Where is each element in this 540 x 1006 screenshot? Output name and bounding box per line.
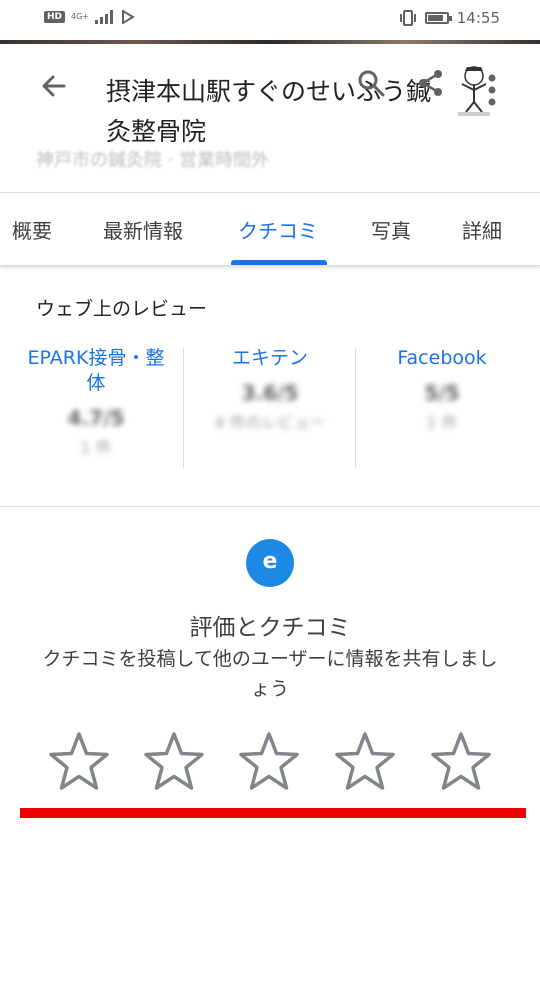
more-vert-icon[interactable] bbox=[486, 70, 498, 110]
place-category-hours: 神戸市の鍼灸院 · 営業時間外 bbox=[36, 150, 270, 171]
active-tab-indicator bbox=[231, 260, 327, 265]
review-divider bbox=[183, 348, 184, 468]
tab-reviews[interactable]: クチコミ bbox=[238, 215, 318, 244]
battery-icon bbox=[424, 12, 452, 24]
highlight-bar bbox=[20, 808, 526, 818]
tab-updates[interactable]: 最新情報 bbox=[103, 215, 183, 244]
review-divider bbox=[355, 348, 356, 468]
review-source-epark[interactable]: EPARK接骨・整体 4.7/5 1 件 bbox=[26, 346, 166, 458]
place-header: 摂津本山駅すぐのせいふう鍼灸整骨院 神戸市の鍼灸院 · 営業時間外 bbox=[0, 44, 540, 194]
review-source-name[interactable]: エキテン bbox=[190, 346, 350, 371]
status-right-icons: 14:55 bbox=[399, 9, 500, 27]
star-2-button[interactable] bbox=[141, 730, 207, 796]
section-divider bbox=[0, 506, 540, 507]
star-3-button[interactable] bbox=[236, 730, 302, 796]
battery-fill bbox=[427, 15, 443, 21]
star-1-button[interactable] bbox=[46, 730, 112, 796]
review-source-count: 1 件 bbox=[80, 438, 112, 457]
status-left-icons: HD 4G+ bbox=[44, 10, 135, 24]
web-reviews-heading: ウェブ上のレビュー bbox=[36, 298, 208, 320]
play-store-icon bbox=[122, 10, 135, 24]
status-time: 14:55 bbox=[456, 9, 500, 27]
review-source-score: 3.6/5 bbox=[241, 381, 299, 405]
review-source-count: 1 件 bbox=[426, 413, 458, 432]
tab-photos[interactable]: 写真 bbox=[371, 215, 411, 244]
review-source-name[interactable]: EPARK接骨・整体 bbox=[26, 346, 166, 396]
rate-review-title: 評価とクチコミ bbox=[189, 615, 351, 641]
network-type-label: 4G+ bbox=[71, 12, 90, 21]
review-source-ekiten[interactable]: エキテン 3.6/5 4 件のレビュー bbox=[190, 346, 350, 433]
review-source-facebook[interactable]: Facebook 5/5 1 件 bbox=[372, 346, 512, 433]
back-arrow-icon[interactable] bbox=[36, 68, 72, 104]
search-icon[interactable] bbox=[356, 68, 386, 98]
review-source-score: 4.7/5 bbox=[67, 406, 125, 430]
vibrate-icon bbox=[399, 10, 416, 26]
share-icon[interactable] bbox=[416, 68, 446, 98]
user-avatar: e bbox=[246, 539, 294, 587]
tab-overview[interactable]: 概要 bbox=[12, 215, 52, 244]
star-5-button[interactable] bbox=[428, 730, 494, 796]
star-4-button[interactable] bbox=[332, 730, 398, 796]
tab-details[interactable]: 詳細 bbox=[462, 215, 502, 244]
review-source-score: 5/5 bbox=[424, 381, 460, 405]
hd-icon: HD bbox=[44, 11, 66, 23]
review-source-count: 4 件のレビュー bbox=[214, 413, 326, 432]
rate-review-description: クチコミを投稿して他のユーザーに情報を共有しましょう bbox=[42, 648, 498, 700]
review-source-name[interactable]: Facebook bbox=[372, 346, 512, 371]
signal-icon bbox=[95, 10, 114, 24]
tab-bar: 概要 最新情報 クチコミ 写真 詳細 bbox=[0, 193, 540, 266]
status-bar: HD 4G+ 14:55 bbox=[0, 0, 540, 40]
page-title: 摂津本山駅すぐのせいふう鍼灸整骨院 bbox=[106, 77, 432, 146]
